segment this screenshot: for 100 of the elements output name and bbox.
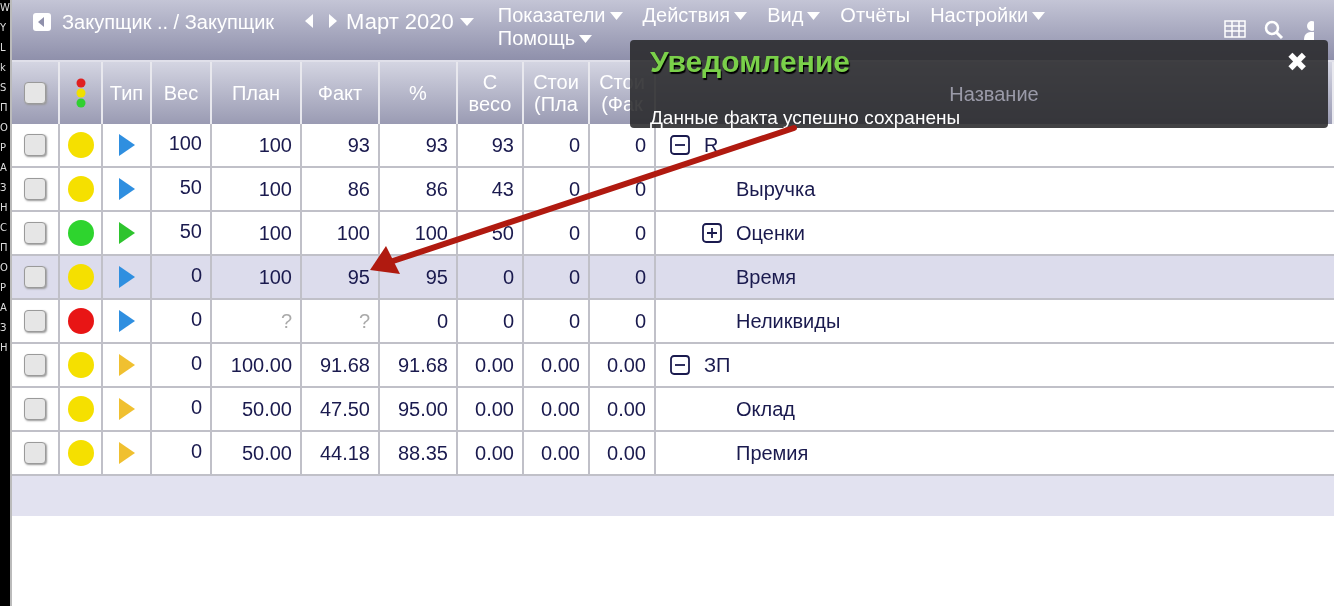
strip-letter: З xyxy=(0,322,7,334)
checkbox[interactable] xyxy=(24,222,46,244)
table-cell: 0 xyxy=(152,256,212,298)
strip-letter: S xyxy=(0,82,7,94)
table-cell: 50.00 xyxy=(212,432,302,474)
table-cell: 88.35 xyxy=(380,432,458,474)
back-icon[interactable] xyxy=(32,12,52,32)
table-cell: 0.00 xyxy=(590,344,656,386)
strip-letter: Р xyxy=(0,282,7,294)
table-cell: 0 xyxy=(524,256,590,298)
table-cell: 0 xyxy=(152,388,212,430)
menu-item[interactable]: Помощь xyxy=(497,27,593,50)
caret-icon xyxy=(734,11,748,20)
table-row[interactable]: 0 50.00 44.18 88.35 0.00 0.00 0.00 Премия xyxy=(12,432,1334,476)
checkbox[interactable] xyxy=(24,442,46,464)
checkbox[interactable] xyxy=(24,178,46,200)
notification-title: Уведомление xyxy=(650,44,850,80)
table-cell: 0 xyxy=(458,256,524,298)
table-cell: 0 xyxy=(458,300,524,342)
strip-letter: А xyxy=(0,162,7,174)
table-cell: ? xyxy=(302,300,380,342)
table-cell: 95.00 xyxy=(380,388,458,430)
table-cell: 100 xyxy=(302,212,380,254)
table-row[interactable]: 0 100.00 91.68 91.68 0.00 0.00 0.00 ЗП xyxy=(12,344,1334,388)
strip-letter: П xyxy=(0,102,8,114)
table-cell: 43 xyxy=(458,168,524,210)
table-row[interactable]: 0 50.00 47.50 95.00 0.00 0.00 0.00 Оклад xyxy=(12,388,1334,432)
row-name: Премия xyxy=(736,441,809,466)
checkbox[interactable] xyxy=(24,266,46,288)
strip-letter: О xyxy=(0,262,8,274)
strip-letter: Y xyxy=(0,22,7,34)
checkbox[interactable] xyxy=(24,398,46,420)
expand-icon[interactable] xyxy=(702,223,722,243)
table-cell: 0 xyxy=(524,212,590,254)
checkbox[interactable] xyxy=(24,134,46,156)
table-row[interactable]: 0 ? ? 0 0 0 0 Неликвиды xyxy=(12,300,1334,344)
strip-letter: Н xyxy=(0,202,8,214)
menu-item[interactable]: Отчёты xyxy=(840,4,911,27)
table-cell: 0.00 xyxy=(458,388,524,430)
collapse-icon[interactable] xyxy=(670,355,690,375)
row-name: Выручка xyxy=(736,177,816,202)
checkbox[interactable] xyxy=(24,354,46,376)
table-cell: 0.00 xyxy=(458,432,524,474)
checkbox[interactable] xyxy=(24,82,46,104)
caret-icon xyxy=(1032,11,1046,20)
table-cell: 100 xyxy=(212,212,302,254)
strip-letter: k xyxy=(0,62,6,74)
caret-icon xyxy=(579,34,593,43)
table-cell: 93 xyxy=(302,124,380,166)
strip-letter: П xyxy=(0,242,8,254)
strip-letter: З xyxy=(0,182,7,194)
table-cell: 50 xyxy=(152,168,212,210)
table-cell: 47.50 xyxy=(302,388,380,430)
table-cell: 0 xyxy=(524,300,590,342)
table-cell: 100 xyxy=(152,124,212,166)
table-row[interactable]: 50 100 86 86 43 0 0 Выручка xyxy=(12,168,1334,212)
table-cell: 0.00 xyxy=(590,432,656,474)
table-cell: 91.68 xyxy=(302,344,380,386)
table-cell: 0 xyxy=(152,432,212,474)
strip-letter: А xyxy=(0,302,7,314)
strip-letter: Н xyxy=(0,342,8,354)
grid-icon[interactable] xyxy=(1224,20,1246,38)
table-cell: 0 xyxy=(590,168,656,210)
table-row[interactable]: 0 100 95 95 0 0 0 Время xyxy=(12,256,1334,300)
search-icon[interactable] xyxy=(1264,20,1284,40)
table-cell: 0.00 xyxy=(524,432,590,474)
strip-letter: С xyxy=(0,222,7,234)
strip-letter: О xyxy=(0,122,8,134)
table-cell: 0 xyxy=(590,300,656,342)
strip-letter: Р xyxy=(0,142,7,154)
menu-item[interactable]: Показатели xyxy=(497,4,623,27)
user-icon[interactable] xyxy=(1302,20,1314,40)
table-cell: 50.00 xyxy=(212,388,302,430)
table-cell: 0 xyxy=(590,256,656,298)
strip-letter: L xyxy=(0,42,6,54)
close-button[interactable]: ✖ xyxy=(1286,47,1308,77)
table-cell: 0 xyxy=(152,300,212,342)
table-cell: 100 xyxy=(212,256,302,298)
traffic-light-icon xyxy=(75,78,86,108)
table-cell: 0 xyxy=(590,212,656,254)
next-icon[interactable] xyxy=(328,13,339,29)
menu-item[interactable]: Настройки xyxy=(930,4,1046,27)
period-dropdown[interactable]: Март 2020 xyxy=(346,8,474,36)
previous-icon[interactable] xyxy=(304,13,315,29)
table-cell: 0.00 xyxy=(524,344,590,386)
table-cell: 0.00 xyxy=(458,344,524,386)
strip-letter: W xyxy=(0,2,10,14)
table-cell: 0 xyxy=(152,344,212,386)
table-cell: 44.18 xyxy=(302,432,380,474)
menu-item[interactable]: Действия xyxy=(642,4,748,27)
breadcrumb[interactable]: Закупщик .. / Закупщик xyxy=(62,8,275,36)
table-cell: 93 xyxy=(380,124,458,166)
row-name: Оценки xyxy=(736,221,805,246)
caret-icon xyxy=(459,18,474,26)
menu-item[interactable]: Вид xyxy=(767,4,821,27)
checkbox[interactable] xyxy=(24,310,46,332)
collapse-icon[interactable] xyxy=(670,135,690,155)
table-cell: 50 xyxy=(152,212,212,254)
caret-icon xyxy=(609,11,623,20)
row-name: ЗП xyxy=(704,353,731,378)
